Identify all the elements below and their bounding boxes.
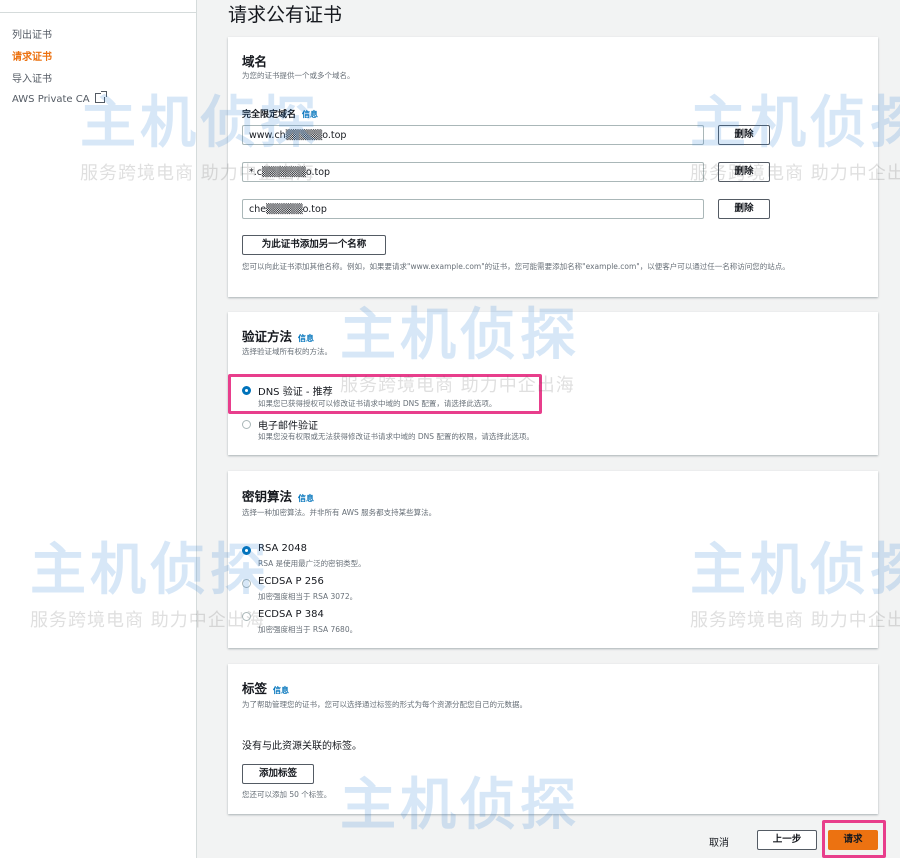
validation-info-link[interactable]: 信息 bbox=[298, 334, 314, 343]
email-validation-radio[interactable] bbox=[242, 420, 251, 429]
domain-panel-title: 域名 bbox=[242, 54, 268, 69]
fqdn-label-text: 完全限定域名 bbox=[242, 110, 297, 120]
domain-panel-hint: 您可以向此证书添加其他名称。例如，如果要请求"www.example.com"的… bbox=[242, 262, 790, 271]
domain-input-1[interactable]: www.ch▒▒▒▒▒o.top bbox=[242, 125, 704, 145]
add-another-name-button[interactable]: 为此证书添加另一个名称 bbox=[242, 235, 386, 255]
tags-panel: 标签 信息 为了帮助管理您的证书，您可以选择通过标签的形式为每个资源分配您自己的元… bbox=[228, 664, 878, 814]
fqdn-info-link[interactable]: 信息 bbox=[302, 110, 318, 119]
rsa-2048-radio[interactable] bbox=[242, 546, 251, 555]
sidebar-divider bbox=[0, 12, 196, 13]
email-validation-desc: 如果您没有权限或无法获得修改证书请求中域的 DNS 配置的权限，请选择此选项。 bbox=[258, 432, 534, 441]
add-tag-button[interactable]: 添加标签 bbox=[242, 764, 314, 784]
ecdsa-p384-label[interactable]: ECDSA P 384 bbox=[258, 609, 324, 620]
cancel-link[interactable]: 取消 bbox=[709, 834, 729, 849]
ecdsa-p256-desc: 加密强度相当于 RSA 3072。 bbox=[258, 592, 358, 601]
rsa-2048-label[interactable]: RSA 2048 bbox=[258, 543, 307, 554]
remove-domain-1-button[interactable]: 删除 bbox=[718, 125, 770, 145]
algorithm-panel-title-wrap: 密钥算法 信息 bbox=[242, 486, 314, 505]
tags-panel-description: 为了帮助管理您的证书，您可以选择通过标签的形式为每个资源分配您自己的元数据。 bbox=[242, 700, 527, 709]
algorithm-panel-title: 密钥算法 bbox=[242, 489, 293, 504]
ecdsa-p256-radio[interactable] bbox=[242, 579, 251, 588]
page-title: 请求公有证书 bbox=[228, 4, 343, 26]
request-button-highlight bbox=[822, 820, 886, 858]
ecdsa-p256-label[interactable]: ECDSA P 256 bbox=[258, 576, 324, 587]
remove-domain-3-button[interactable]: 删除 bbox=[718, 199, 770, 219]
algorithm-panel-description: 选择一种加密算法。并非所有 AWS 服务都支持某些算法。 bbox=[242, 508, 437, 517]
external-link-icon bbox=[94, 91, 107, 103]
ecdsa-p384-desc: 加密强度相当于 RSA 7680。 bbox=[258, 625, 358, 634]
sidebar-item-private-ca[interactable]: AWS Private CA bbox=[12, 91, 107, 105]
tags-info-link[interactable]: 信息 bbox=[273, 686, 289, 695]
sidebar-item-request-certificate[interactable]: 请求证书 bbox=[12, 48, 52, 63]
domain-panel-description: 为您的证书提供一个或多个域名。 bbox=[242, 71, 355, 80]
previous-button[interactable]: 上一步 bbox=[757, 830, 817, 850]
algorithm-info-link[interactable]: 信息 bbox=[298, 494, 314, 503]
validation-panel-title: 验证方法 bbox=[242, 329, 293, 344]
fqdn-label: 完全限定域名 信息 bbox=[242, 107, 318, 120]
validation-panel-title-wrap: 验证方法 信息 bbox=[242, 326, 314, 345]
validation-panel-description: 选择验证域所有权的方法。 bbox=[242, 347, 332, 356]
tags-panel-title-wrap: 标签 信息 bbox=[242, 678, 289, 697]
remove-domain-2-button[interactable]: 删除 bbox=[718, 162, 770, 182]
domain-names-panel: 域名 为您的证书提供一个或多个域名。 完全限定域名 信息 www.ch▒▒▒▒▒o… bbox=[228, 37, 878, 297]
sidebar-item-import-certificate[interactable]: 导入证书 bbox=[12, 70, 52, 85]
no-tags-text: 没有与此资源关联的标签。 bbox=[242, 741, 362, 752]
key-algorithm-panel: 密钥算法 信息 选择一种加密算法。并非所有 AWS 服务都支持某些算法。 RSA … bbox=[228, 471, 878, 648]
domain-input-2[interactable]: *.c▒▒▒▒▒▒o.top bbox=[242, 162, 704, 182]
rsa-2048-desc: RSA 是使用最广泛的密钥类型。 bbox=[258, 559, 366, 568]
dns-option-highlight bbox=[228, 374, 542, 414]
sidebar: 列出证书 请求证书 导入证书 AWS Private CA bbox=[0, 0, 197, 858]
ecdsa-p384-radio[interactable] bbox=[242, 612, 251, 621]
sidebar-item-private-ca-label: AWS Private CA bbox=[12, 94, 90, 105]
email-validation-label[interactable]: 电子邮件验证 bbox=[258, 417, 318, 432]
sidebar-item-list-certificates[interactable]: 列出证书 bbox=[12, 26, 52, 41]
tags-limit-text: 您还可以添加 50 个标签。 bbox=[242, 790, 332, 799]
domain-input-3[interactable]: che▒▒▒▒▒o.top bbox=[242, 199, 704, 219]
tags-panel-title: 标签 bbox=[242, 681, 268, 696]
